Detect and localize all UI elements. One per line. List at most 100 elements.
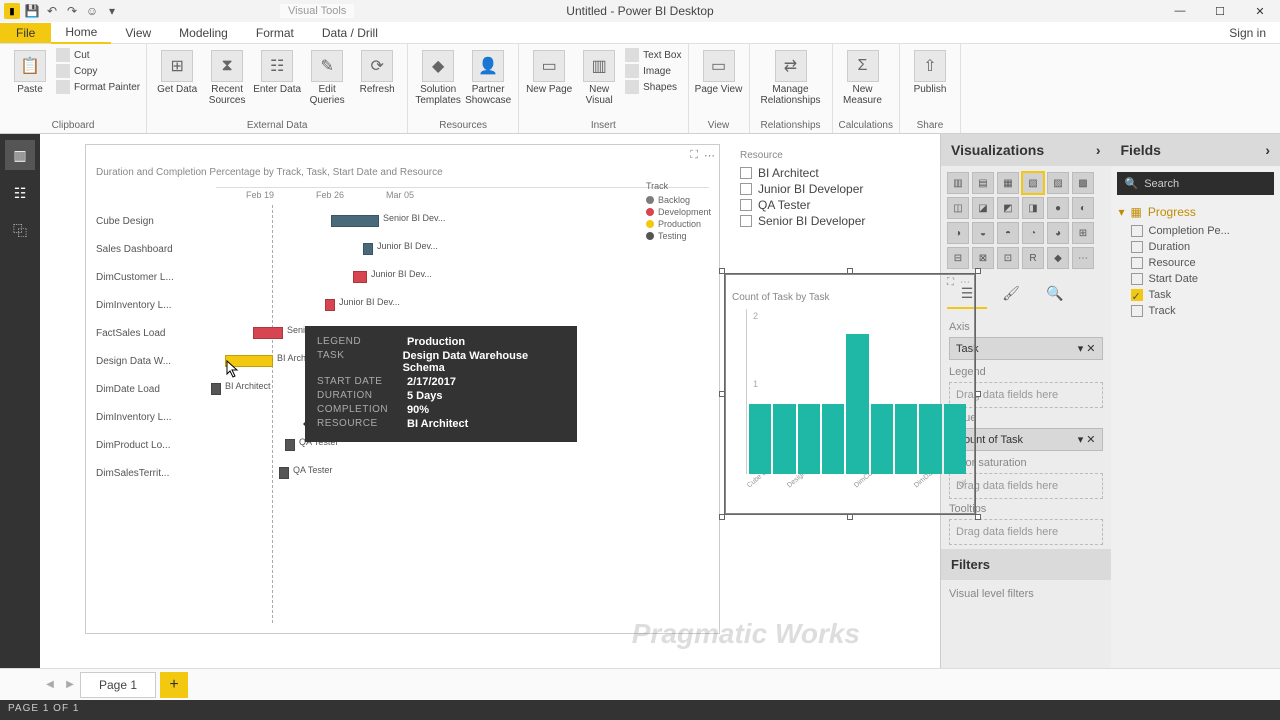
field-item[interactable]: Duration xyxy=(1111,239,1280,255)
add-page-button[interactable]: + xyxy=(160,672,188,698)
viz-type-tile[interactable]: ▦ xyxy=(997,172,1019,194)
recent-sources-button[interactable]: ⧗Recent Sources xyxy=(203,46,251,106)
close-button[interactable]: ✕ xyxy=(1240,0,1280,22)
viz-type-tile[interactable]: ● xyxy=(1047,197,1069,219)
tab-home[interactable]: Home xyxy=(51,22,111,44)
chart-bar[interactable] xyxy=(798,404,820,474)
viz-pane-header[interactable]: Visualizations› xyxy=(941,134,1111,166)
viz-type-tile[interactable]: ▩ xyxy=(1072,172,1094,194)
page-tab-1[interactable]: Page 1 xyxy=(80,672,156,698)
report-canvas[interactable]: ⛶ ⋯ Duration and Completion Percentage b… xyxy=(40,134,940,690)
viz-type-tile[interactable]: R xyxy=(1022,247,1044,269)
tab-modeling[interactable]: Modeling xyxy=(165,23,242,43)
solution-templates-button[interactable]: ◆Solution Templates xyxy=(414,46,462,106)
gantt-row[interactable]: DimCustomer L...Junior BI Dev... xyxy=(96,263,476,291)
gantt-row[interactable]: Cube DesignSenior BI Dev... xyxy=(96,207,476,235)
gantt-bar[interactable] xyxy=(253,327,283,339)
edit-queries-button[interactable]: ✎Edit Queries xyxy=(303,46,351,106)
chart-bar[interactable] xyxy=(944,404,966,474)
viz-type-tile[interactable]: ◒ xyxy=(972,222,994,244)
viz-type-tile[interactable]: ◕ xyxy=(1047,222,1069,244)
field-item[interactable]: Start Date xyxy=(1111,271,1280,287)
viz-type-tile[interactable]: ⊡ xyxy=(997,247,1019,269)
gantt-bar[interactable] xyxy=(325,299,335,311)
viz-type-tile[interactable]: ◆ xyxy=(1047,247,1069,269)
new-page-button[interactable]: ▭New Page xyxy=(525,46,573,95)
sign-in-link[interactable]: Sign in xyxy=(1215,23,1280,43)
gantt-row[interactable]: Sales DashboardJunior BI Dev... xyxy=(96,235,476,263)
gantt-bar[interactable] xyxy=(331,215,379,227)
field-item[interactable]: Resource xyxy=(1111,255,1280,271)
chart-bar[interactable] xyxy=(895,404,917,474)
field-item[interactable]: Track xyxy=(1111,303,1280,319)
minimize-button[interactable]: — xyxy=(1160,0,1200,22)
gantt-row[interactable]: DimSalesTerrit...QA Tester xyxy=(96,459,476,487)
filters-header[interactable]: Filters xyxy=(941,549,1111,580)
redo-icon[interactable]: ↷ xyxy=(64,3,80,19)
resource-slicer[interactable]: Resource BI ArchitectJunior BI Developer… xyxy=(740,150,960,260)
chart-bar[interactable] xyxy=(919,404,941,474)
viz-type-tile[interactable]: ◪ xyxy=(972,197,994,219)
viz-type-tile[interactable]: ◨ xyxy=(1022,197,1044,219)
tooltips-drop-well[interactable]: Drag data fields here xyxy=(949,519,1103,545)
paste-button[interactable]: 📋Paste xyxy=(6,46,54,95)
analytics-tab[interactable]: 🔍 xyxy=(1035,279,1075,309)
slicer-item[interactable]: Junior BI Developer xyxy=(740,181,960,197)
new-visual-button[interactable]: ▥New Visual xyxy=(575,46,623,106)
copy-button[interactable]: Copy xyxy=(56,64,140,78)
viz-type-tile[interactable]: ⊞ xyxy=(1072,222,1094,244)
model-view-button[interactable]: ⿻ xyxy=(5,216,35,246)
qat-dropdown-icon[interactable]: ▾ xyxy=(104,3,120,19)
bar-chart-visual[interactable]: ⛶ ⋯ Count of Task by Task 2 1 Cube Desig… xyxy=(725,274,975,514)
format-tab[interactable]: 🖌 xyxy=(991,279,1031,309)
page-prev-button[interactable]: ◀ xyxy=(40,679,60,690)
viz-type-tile[interactable]: ◓ xyxy=(997,222,1019,244)
chart-bar[interactable] xyxy=(871,404,893,474)
more-options-icon[interactable]: ⋯ xyxy=(960,277,970,288)
cut-button[interactable]: Cut xyxy=(56,48,140,62)
chart-bar[interactable] xyxy=(749,404,771,474)
chart-bar[interactable] xyxy=(846,334,868,474)
viz-type-tile[interactable]: ◔ xyxy=(1022,222,1044,244)
field-item[interactable]: ✓Task xyxy=(1111,287,1280,303)
viz-type-tile[interactable]: ◩ xyxy=(997,197,1019,219)
image-button[interactable]: Image xyxy=(625,64,681,78)
gantt-bar[interactable] xyxy=(285,439,295,451)
file-tab[interactable]: File xyxy=(0,23,51,43)
manage-relationships-button[interactable]: ⇄Manage Relationships xyxy=(756,46,826,106)
viz-type-tile[interactable]: ▨ xyxy=(1047,172,1069,194)
data-view-button[interactable]: ☷ xyxy=(5,178,35,208)
fields-pane-header[interactable]: Fields› xyxy=(1111,134,1280,166)
viz-type-tile[interactable]: ▧ xyxy=(1022,172,1044,194)
chart-bar[interactable] xyxy=(822,404,844,474)
gantt-bar[interactable] xyxy=(363,243,373,255)
field-item[interactable]: Completion Pe... xyxy=(1111,223,1280,239)
gantt-bar[interactable] xyxy=(211,383,221,395)
legend-item[interactable]: Production xyxy=(646,219,711,229)
legend-item[interactable]: Backlog xyxy=(646,195,711,205)
viz-type-tile[interactable]: ▤ xyxy=(972,172,994,194)
publish-button[interactable]: ⇧Publish xyxy=(906,46,954,95)
tab-format[interactable]: Format xyxy=(242,23,308,43)
slicer-item[interactable]: Senior BI Developer xyxy=(740,213,960,229)
page-next-button[interactable]: ▶ xyxy=(60,679,80,690)
legend-item[interactable]: Testing xyxy=(646,231,711,241)
refresh-button[interactable]: ⟳Refresh xyxy=(353,46,401,95)
viz-type-gallery[interactable]: ▥▤▦▧▨▩◫◪◩◨●◐◑◒◓◔◕⊞⊟⊠⊡R◆⋯ xyxy=(941,166,1111,275)
table-progress[interactable]: ▾ ▦ Progress xyxy=(1111,201,1280,223)
shapes-button[interactable]: Shapes xyxy=(625,80,681,94)
viz-type-tile[interactable]: ◐ xyxy=(1072,197,1094,219)
slicer-item[interactable]: QA Tester xyxy=(740,197,960,213)
new-measure-button[interactable]: ΣNew Measure xyxy=(839,46,887,106)
enter-data-button[interactable]: ☷Enter Data xyxy=(253,46,301,95)
tab-data-drill[interactable]: Data / Drill xyxy=(308,23,392,43)
gantt-bar[interactable] xyxy=(353,271,367,283)
gantt-row[interactable]: DimInventory L...Junior BI Dev... xyxy=(96,291,476,319)
viz-type-tile[interactable]: ⋯ xyxy=(1072,247,1094,269)
maximize-button[interactable]: ☐ xyxy=(1200,0,1240,22)
legend-item[interactable]: Development xyxy=(646,207,711,217)
slicer-item[interactable]: BI Architect xyxy=(740,165,960,181)
focus-mode-icon[interactable]: ⛶ xyxy=(947,277,954,288)
undo-icon[interactable]: ↶ xyxy=(44,3,60,19)
format-painter-button[interactable]: Format Painter xyxy=(56,80,140,94)
